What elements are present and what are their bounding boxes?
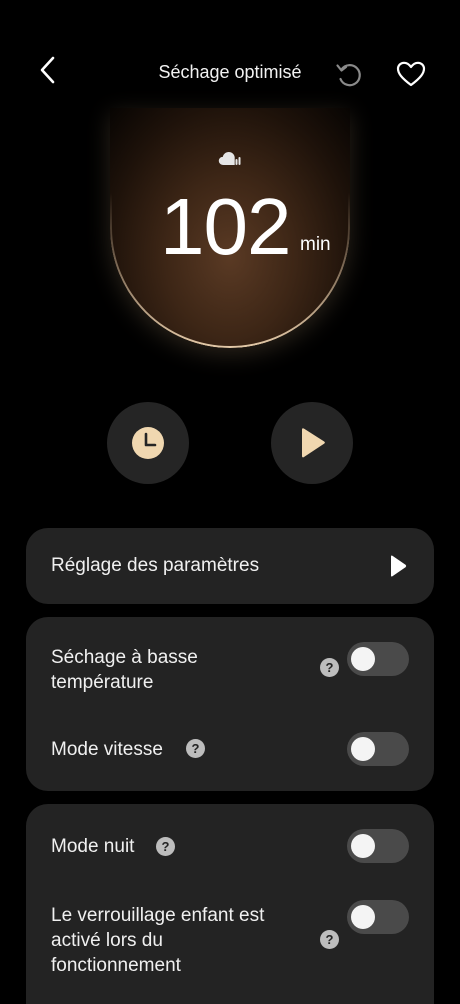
page-title: Séchage optimisé (158, 62, 302, 82)
clock-icon (132, 427, 164, 459)
speed-mode-toggle[interactable] (347, 732, 409, 766)
low-temperature-toggle[interactable] (347, 642, 409, 676)
option-label: Mode vitesse (51, 739, 163, 760)
toggle-knob (351, 737, 375, 761)
toggle-knob (351, 905, 375, 929)
cloud-dry-icon (218, 152, 241, 165)
options-card-2: Mode nuit ? Le verrouillage enfant est a… (26, 804, 434, 1004)
options-card-1: Séchage à basse température ? Mode vites… (26, 617, 434, 791)
toggle-knob (351, 647, 375, 671)
toggle-knob (351, 834, 375, 858)
help-icon[interactable]: ? (186, 739, 205, 758)
undo-icon (336, 64, 361, 87)
child-lock-toggle[interactable] (347, 900, 409, 934)
back-button[interactable] (30, 52, 66, 88)
settings-label: Réglage des paramètres (51, 555, 260, 576)
undo-button[interactable] (330, 56, 366, 92)
time-unit: min (300, 234, 331, 255)
heart-icon (396, 61, 426, 87)
chevron-left-icon (40, 56, 55, 84)
help-icon[interactable]: ? (320, 658, 339, 677)
option-label: Mode nuit (51, 836, 135, 857)
time-value: 102 (160, 182, 291, 271)
play-icon (302, 428, 325, 458)
start-button[interactable] (271, 402, 353, 484)
help-icon[interactable]: ? (156, 837, 175, 856)
time-row: 102 min (110, 182, 350, 272)
option-label: Le verrouillage enfant est activé lors d… (51, 905, 265, 976)
settings-card[interactable]: Réglage des paramètres (26, 528, 434, 604)
schedule-button[interactable] (107, 402, 189, 484)
option-label: Séchage à basse température (51, 647, 198, 693)
help-icon[interactable]: ? (320, 930, 339, 949)
night-mode-toggle[interactable] (347, 829, 409, 863)
favorite-button[interactable] (392, 56, 430, 92)
play-triangle-icon (391, 555, 407, 577)
cycle-time-display: 102 min (110, 108, 350, 348)
